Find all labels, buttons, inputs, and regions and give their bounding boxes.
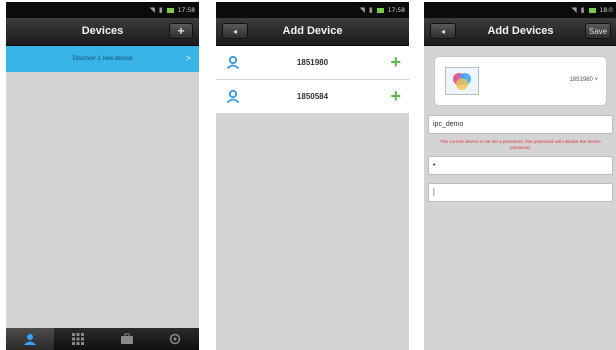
chevron-right-icon: >: [185, 53, 191, 63]
list-item[interactable]: 1850584 +: [216, 80, 409, 114]
discover-new-device-row[interactable]: Discover 1 new device >: [6, 46, 199, 72]
password-field[interactable]: •: [428, 156, 613, 175]
grid-icon: [72, 333, 85, 345]
add-devices-form-screen: ◥ ▮ 18:0 ◂ Add Devices Save 1851980 ˅ ip…: [424, 2, 616, 350]
add-icon[interactable]: +: [390, 51, 401, 73]
wifi-icon: ◥: [359, 7, 365, 14]
battery-icon: [166, 7, 174, 13]
wifi-icon: ◥: [571, 7, 577, 14]
devices-screen: ◥ ▮ 17:58 Devices + Discover 1 new devic…: [6, 2, 199, 350]
battery-icon: [588, 7, 596, 13]
device-card[interactable]: 1851980 ˅: [434, 56, 607, 106]
status-bar: ◥ ▮ 18:0: [424, 2, 616, 18]
device-name-field[interactable]: ipc_demo: [428, 115, 613, 134]
person-icon: [24, 334, 37, 345]
add-device-button[interactable]: +: [169, 23, 193, 39]
save-button[interactable]: Save: [585, 23, 611, 39]
signal-icon: ▮: [580, 7, 585, 14]
signal-icon: ▮: [158, 7, 163, 14]
device-id-label: 1850584: [296, 92, 329, 101]
discover-label: Discover 1 new device: [72, 56, 133, 62]
status-bar: ◥ ▮ 17:58: [6, 2, 199, 18]
password-warning: The current device is not set a password…: [440, 139, 601, 150]
status-time: 17:58: [387, 6, 405, 14]
device-id-dropdown[interactable]: 1851980 ˅: [569, 77, 598, 83]
status-time: 17:58: [177, 6, 195, 14]
battery-icon: [376, 7, 384, 13]
title-bar: ◂ Add Device: [216, 18, 409, 46]
add-device-screen: ◥ ▮ 17:58 ◂ Add Device 1851980 + 1850584…: [216, 2, 409, 350]
list-item[interactable]: 1851980 +: [216, 46, 409, 80]
settings-icon: [169, 333, 181, 345]
tab-files[interactable]: [103, 328, 151, 350]
confirm-password-field[interactable]: |: [428, 183, 613, 202]
page-title: Add Device: [282, 25, 343, 37]
add-icon[interactable]: +: [390, 85, 401, 107]
tab-settings[interactable]: [151, 328, 199, 350]
camera-logo-icon: [453, 73, 471, 90]
device-avatar: [445, 67, 479, 95]
device-id-label: 1851980: [296, 58, 329, 67]
signal-icon: ▮: [368, 7, 373, 14]
status-time: 18:0: [599, 6, 613, 14]
title-bar: Devices +: [6, 18, 199, 46]
bottom-tab-bar: [6, 328, 199, 350]
title-bar: ◂ Add Devices Save: [424, 18, 616, 46]
tab-devices[interactable]: [6, 328, 55, 350]
tab-grid[interactable]: [54, 328, 102, 350]
status-bar: ◥ ▮ 17:58: [216, 2, 409, 18]
wifi-icon: ◥: [149, 7, 155, 14]
briefcase-icon: [120, 333, 133, 344]
